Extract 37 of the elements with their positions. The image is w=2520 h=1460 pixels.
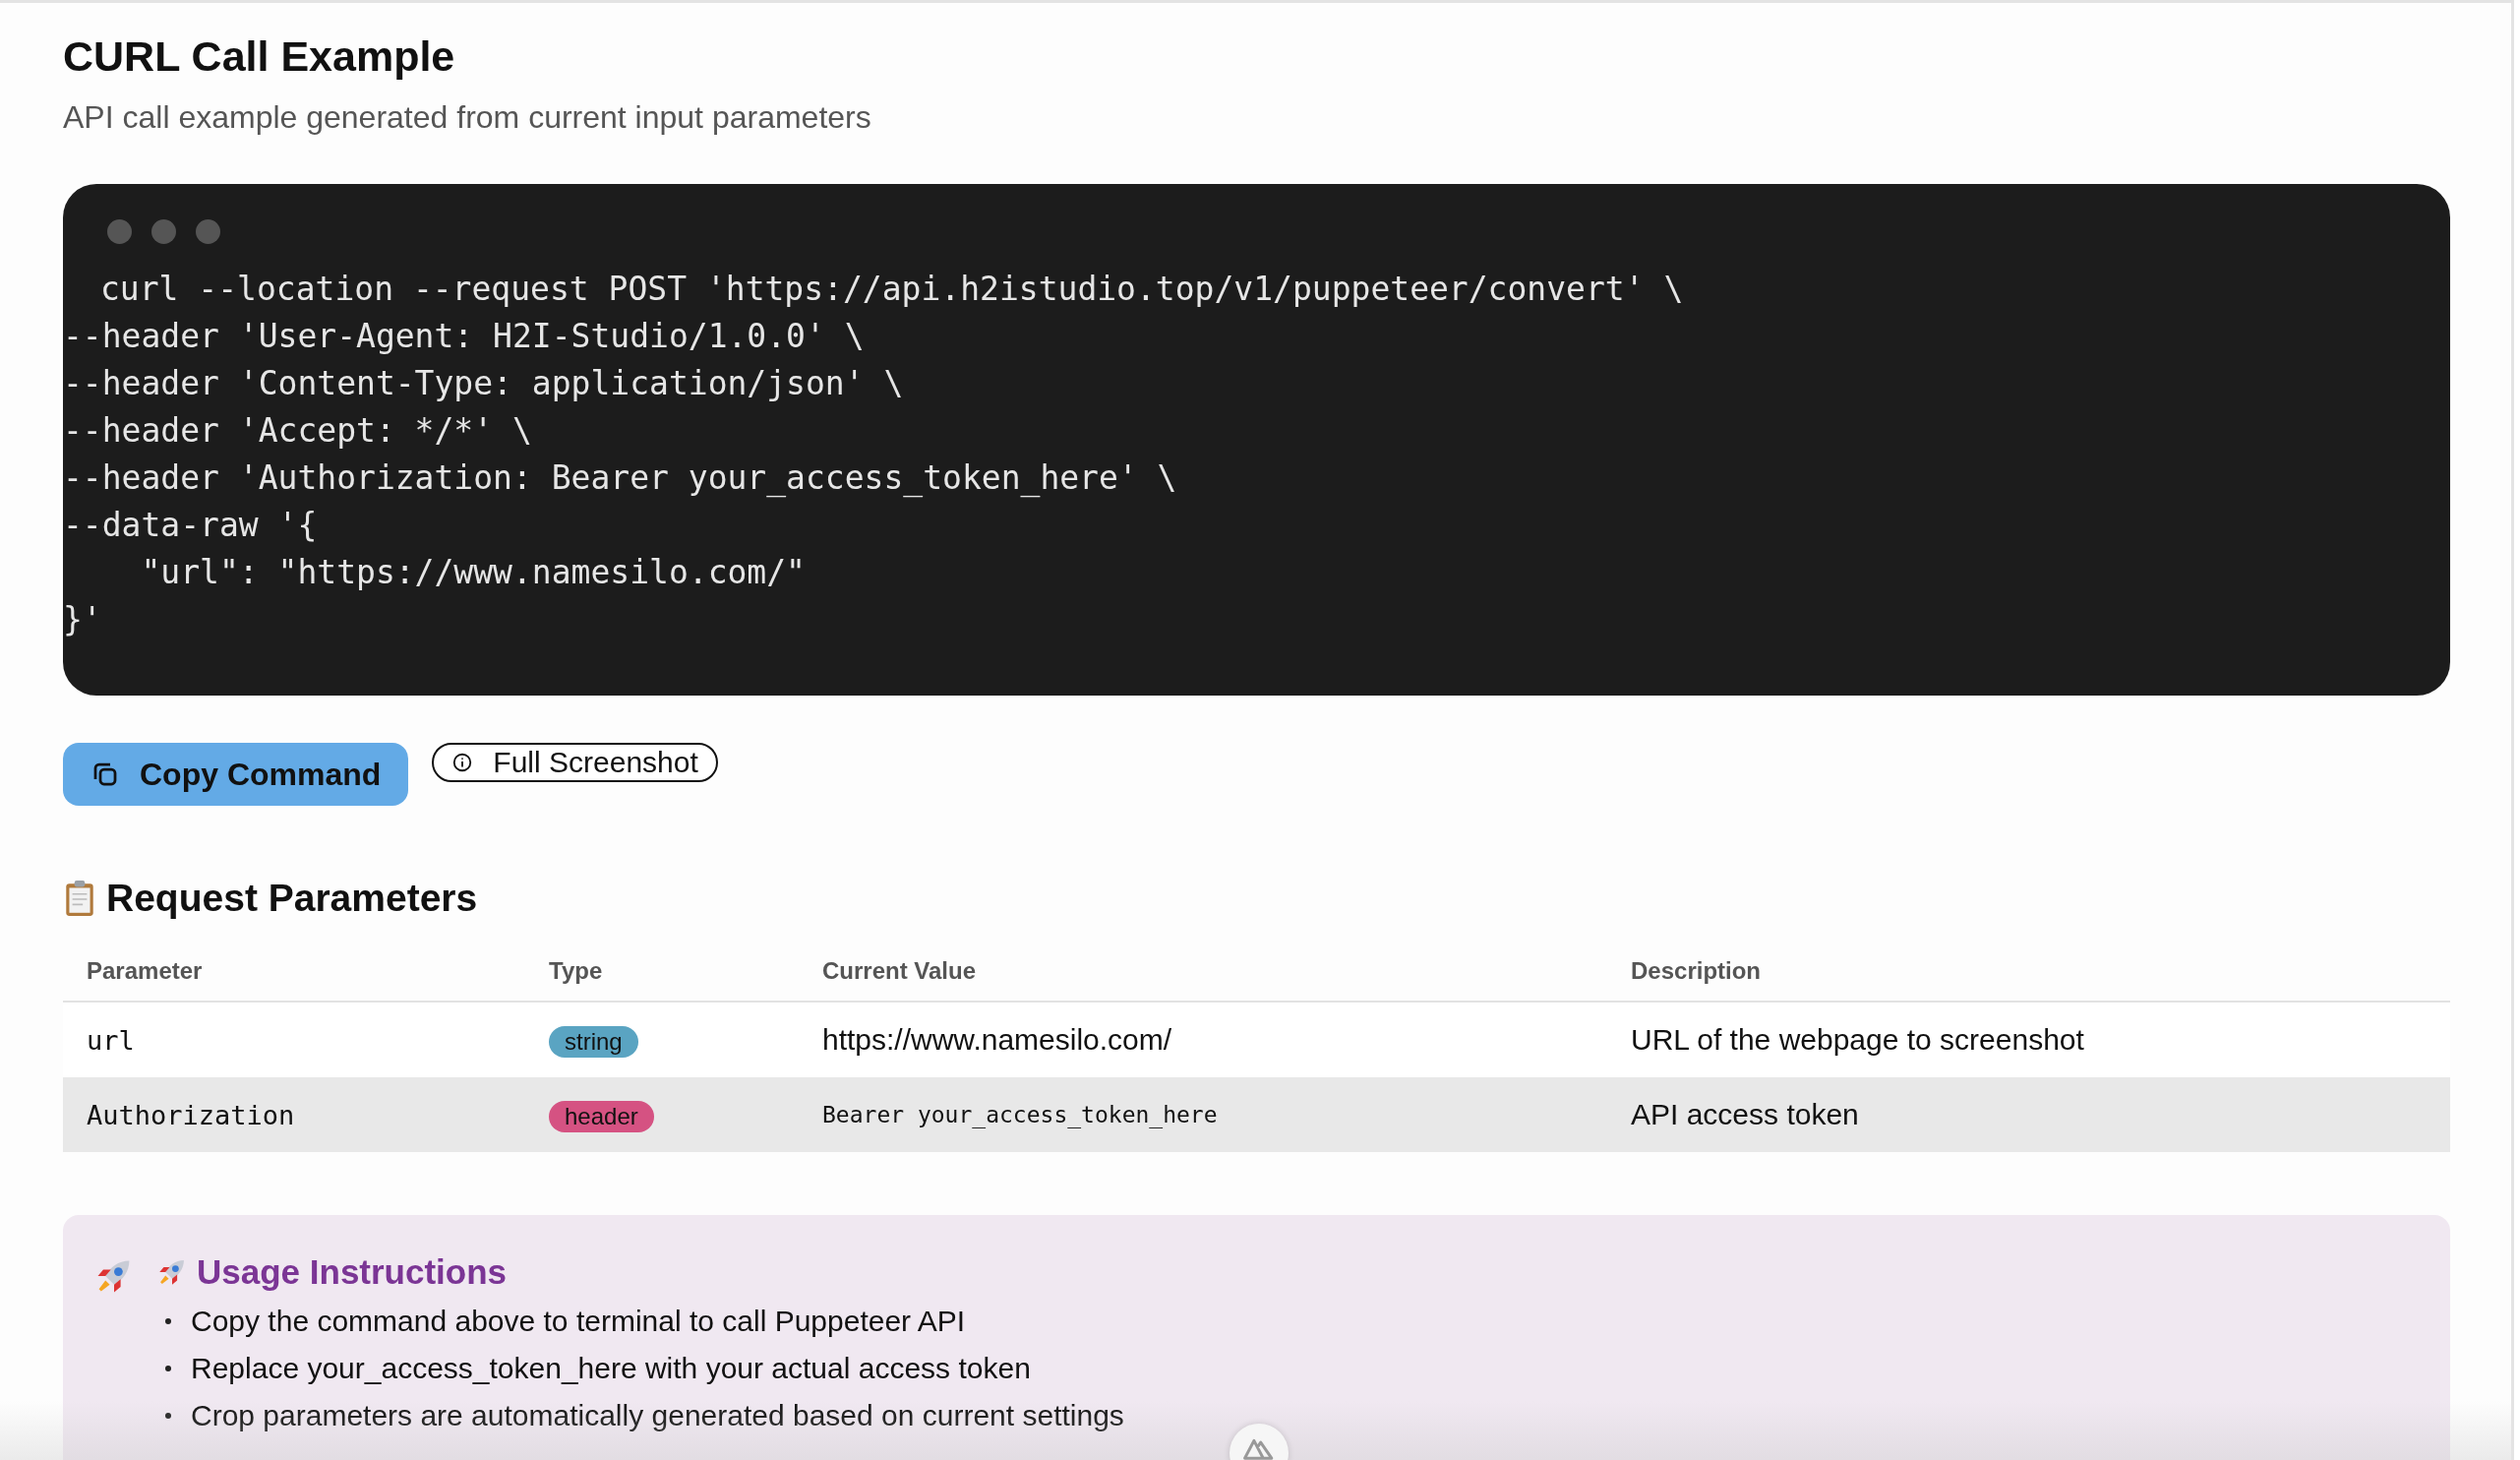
screenshot-button[interactable]: Full Screenshot bbox=[432, 743, 718, 782]
panel-heading: Usage Instructions bbox=[197, 1252, 508, 1292]
window-dot bbox=[107, 219, 132, 244]
table-cell-text: API access token bbox=[1631, 1098, 1860, 1131]
code-line: }' bbox=[63, 599, 103, 640]
table-cell-text: https://www.namesilo.com/ bbox=[822, 1023, 1173, 1057]
code-line: --data-raw '{ bbox=[63, 505, 319, 546]
section-subtitle: API call example generated from current input parameters bbox=[63, 98, 872, 137]
table-cell-text: url bbox=[87, 1024, 136, 1056]
window-dot bbox=[196, 219, 220, 244]
table-cell-text: URL of the webpage to screenshot bbox=[1631, 1023, 2085, 1057]
table-cell-text: Bearer your_access_token_here bbox=[822, 1102, 1219, 1127]
instruction-text: Copy the command above to terminal to call Puppeteer API bbox=[191, 1305, 966, 1338]
column-header: Current Value bbox=[822, 957, 978, 985]
code-line: curl --location --request POST 'https://api.h2istudio.top/v1/puppeteer/convert' \ bbox=[99, 269, 1685, 310]
type-tag: string bbox=[549, 1025, 638, 1058]
instruction-text: Replace your_access_token_here with your actual access token bbox=[191, 1352, 1031, 1385]
table-cell-text: Authorization bbox=[87, 1099, 296, 1130]
code-line: "url": "https://www.namesilo.com/" bbox=[140, 552, 807, 593]
window-dot bbox=[151, 219, 176, 244]
code-line: --header 'Accept: */*' \ bbox=[63, 410, 533, 452]
column-header: Parameter bbox=[87, 957, 204, 985]
copy-button[interactable]: Copy Command bbox=[63, 743, 409, 806]
section-title: CURL Call Example bbox=[63, 31, 456, 82]
code-line: --header 'User-Agent: H2I-Studio/1.0.0' \ bbox=[63, 316, 866, 357]
section-heading: Request Parameters bbox=[106, 877, 478, 920]
info-icon bbox=[451, 752, 474, 773]
column-header: Description bbox=[1631, 957, 1763, 985]
bullet-icon bbox=[165, 1318, 171, 1324]
code-line: --header 'Authorization: Bearer your_access_token_here' \ bbox=[63, 457, 1178, 500]
clipboard-icon bbox=[63, 880, 96, 917]
column-header: Type bbox=[549, 957, 604, 985]
code-line: --header 'Content-Type: application/json' \ bbox=[63, 363, 905, 404]
instruction-text: Crop parameters are automatically generated based on current settings bbox=[191, 1399, 1124, 1432]
type-tag: header bbox=[549, 1100, 654, 1132]
bullet-icon bbox=[165, 1366, 171, 1371]
bullet-icon bbox=[165, 1413, 171, 1419]
